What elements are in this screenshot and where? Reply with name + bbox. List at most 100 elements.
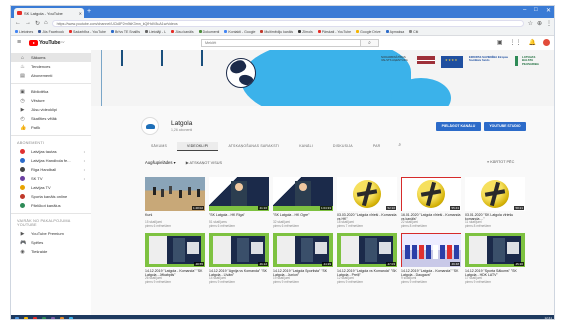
bookmark-item[interactable]: Pārskati - YouTube [317, 30, 351, 34]
video-thumbnail[interactable]: 45:30 [465, 232, 525, 267]
video-thumbnail[interactable]: 44:39 [273, 232, 333, 267]
sidebar-item-library[interactable]: ▣ Bibliotēka [11, 87, 91, 96]
window-close-icon[interactable]: ✕ [546, 7, 551, 14]
sidebar-item-youtube-premium[interactable]: ▶ YouTube Premium [11, 229, 91, 238]
url-input[interactable]: https://www.youtube.com/channel/UCk8P2m9… [51, 19, 524, 27]
bookmark-item[interactable]: Google Drive [356, 30, 381, 34]
taskbar-app-icon[interactable] [42, 316, 46, 319]
close-tab-icon[interactable]: ✕ [79, 11, 82, 16]
search-button[interactable]: ⌕ [361, 39, 379, 47]
forward-icon[interactable]: → [25, 20, 31, 26]
video-thumbnail[interactable]: 48:55 [145, 232, 205, 267]
video-card[interactable]: 52:10 03.03.2020 "Latgola vīrieši - Koman… [337, 177, 397, 229]
maximize-icon[interactable]: □ [534, 7, 538, 13]
youtube-studio-button[interactable]: YOUTUBE STUDIO [484, 122, 526, 131]
video-thumbnail[interactable]: 58:21 [465, 177, 525, 211]
sidebar-item-live[interactable]: ◉ Tiešraide [11, 247, 91, 256]
home-icon[interactable]: ⌂ [44, 20, 48, 26]
bookmark-item[interactable]: Jūs Facebook [38, 30, 64, 34]
sidebar-item-home[interactable]: ⌂ Sākums [11, 53, 91, 62]
video-card[interactable]: 1:48:02 Kurš 15 skatījumi pirms 6 mēnešiem [145, 177, 205, 229]
sidebar-item-latvijas-tv[interactable]: Latvijas TV [11, 183, 91, 192]
sidebar-item-gaming[interactable]: 🎮 Spēles [11, 238, 91, 247]
video-thumbnail[interactable]: 1:48:02 [145, 177, 205, 211]
video-thumbnail[interactable]: 1:04:33 [273, 177, 333, 211]
hamburger-menu-icon[interactable]: ≡ [17, 39, 21, 46]
video-card[interactable]: 1:04:33 "SK Latgola - HK Ogre" 32 skatījum… [273, 177, 333, 229]
tab-par[interactable]: PAR [363, 142, 391, 151]
video-card[interactable]: 49:48 14.12.2019 "Latgola - Komanda" "SK … [401, 232, 461, 285]
video-card[interactable]: 45:30 14.12.2019 "Sporta Sākums" "SK Latg… [465, 232, 525, 285]
bookmark-item[interactable]: Apmaksa [385, 30, 404, 34]
account-avatar[interactable] [543, 39, 550, 46]
video-thumbnail[interactable]: 55:43 [401, 177, 461, 211]
sidebar-item-trending[interactable]: ♨ Tendences [11, 62, 91, 71]
new-tab-button[interactable]: + [87, 8, 91, 15]
bookmark-item[interactable]: Multimēdiju kanāls [260, 30, 293, 34]
taskbar-app-icon[interactable] [24, 316, 28, 319]
video-card[interactable]: 41:16 "SK Latgola - HK Riga" 51 skatījums p… [209, 177, 269, 229]
bookmark-item[interactable]: Jūsu kanāls [171, 30, 194, 34]
video-thumbnail[interactable]: 49:48 [401, 232, 461, 267]
bookmark-item[interactable]: Sadarbība - YouTube [69, 30, 106, 34]
bookmark-item[interactable]: Lietotāji - L [145, 30, 166, 34]
notifications-bell-icon[interactable]: 🔔 [529, 39, 536, 46]
sidebar-item-liked[interactable]: 👍 Patīk [11, 123, 91, 132]
taskbar-app-icon[interactable] [60, 316, 64, 319]
bookmark-item[interactable]: Brīvs TE Snalīts [110, 30, 140, 34]
taskbar-app-icon[interactable] [69, 316, 73, 319]
sidebar-item-riga-handball[interactable]: Riga Handball • [11, 165, 91, 174]
video-thumbnail[interactable]: 46:12 [209, 232, 269, 267]
play-all-button[interactable]: ▶ ATSKAŅOT VISUS [186, 160, 222, 165]
tab-diskusija[interactable]: DISKUSIJA [323, 142, 363, 151]
bookmark-item[interactable]: Citi [409, 30, 418, 34]
customize-channel-button[interactable]: PIELĀGOT KANĀLU [436, 122, 481, 131]
video-thumbnail[interactable]: 47:03 [337, 232, 397, 267]
video-thumbnail[interactable]: 41:16 [209, 177, 269, 211]
reload-icon[interactable]: ↻ [35, 20, 40, 27]
back-icon[interactable]: ← [15, 20, 21, 26]
sidebar-item-handbola-fe[interactable]: Latvijas Handbola fe... • [11, 156, 91, 165]
video-card[interactable]: 48:55 14.12.2019 "Latgola - Komanda" "SK … [145, 232, 205, 285]
uploads-dropdown[interactable]: Augšupielādes ▾ [145, 160, 176, 165]
sidebar-item-browse-channels[interactable]: Pārlūkot kanālus [11, 201, 91, 210]
create-video-icon[interactable]: ▣ [497, 39, 503, 46]
sidebar-item-sporta-kanals[interactable]: Sporta kanāls online [11, 192, 91, 201]
menu-icon[interactable]: ⋮ [546, 20, 552, 27]
video-card[interactable]: 44:39 14.12.2019 "Latgola Sportista" "SK … [273, 232, 333, 285]
youtube-logo[interactable]: YouTube LV [29, 40, 65, 46]
channel-avatar[interactable] [141, 117, 159, 135]
video-card[interactable]: 46:12 14.12.2019 "Agnija vs Komanda" "SK … [209, 232, 269, 285]
video-thumbnail[interactable]: 52:10 [337, 177, 397, 211]
video-card[interactable]: 58:21 03.01.2020 "SK Latgola vīriešu koma… [465, 177, 525, 229]
sidebar-item-watch-later[interactable]: ◴ Skatīties vēlāk [11, 114, 91, 123]
browser-tab[interactable]: SK Latgola - YouTube ✕ [14, 8, 84, 18]
tab-videoklipi[interactable]: VIDEOKLIPI [176, 142, 219, 151]
tab-kanāli[interactable]: KANĀLI [289, 142, 323, 151]
star-icon[interactable]: ☆ [528, 20, 533, 27]
sidebar-item-latvijas-tautas[interactable]: Latvijas tautas • [11, 147, 91, 156]
video-card[interactable]: 55:43 16.01.2020 "Latgola vīrieši - Koman… [401, 177, 461, 229]
bookmark-item[interactable]: Dokumenti [198, 30, 219, 34]
search-input[interactable]: Meklēt [201, 39, 361, 47]
bookmark-item[interactable]: Zīmols [298, 30, 313, 34]
taskbar-app-icon[interactable] [15, 316, 19, 319]
channel-search-icon[interactable]: ⌕ [390, 142, 409, 151]
taskbar-app-icon[interactable] [51, 316, 55, 319]
sort-by-button[interactable]: ≡ KĀRTOT PĒC [487, 160, 514, 164]
tab-atskaņošanas-saraksti[interactable]: ATSKAŅOŠANAS SARAKSTI [218, 142, 289, 151]
video-card[interactable]: 47:03 14.12.2019 "Latgola vs Komanda" "SK… [337, 232, 397, 285]
sidebar-item-sk-tv[interactable]: SK TV • [11, 174, 91, 183]
extensions-icon[interactable]: ⊕ [537, 20, 542, 27]
bookmark-item[interactable]: Kontakti - Google [224, 30, 255, 34]
sidebar-item-subscriptions[interactable]: ▤ Abonementi [11, 71, 91, 80]
sidebar-item-your-videos[interactable]: ▶ Jūsu videoklipi [11, 105, 91, 114]
tab-sākums[interactable]: SĀKUMS [141, 142, 177, 151]
taskbar-app-icon[interactable] [33, 316, 37, 319]
youtube-favicon-icon [17, 11, 22, 15]
bookmark-item[interactable]: Lietotnes [15, 30, 33, 34]
bookmark-label: Multimēdiju kanāls [264, 29, 294, 34]
sidebar-item-history[interactable]: ◷ Vēsture [11, 96, 91, 105]
minimize-icon[interactable]: – [523, 7, 526, 13]
apps-icon[interactable]: ⋮⋮ [510, 39, 522, 46]
